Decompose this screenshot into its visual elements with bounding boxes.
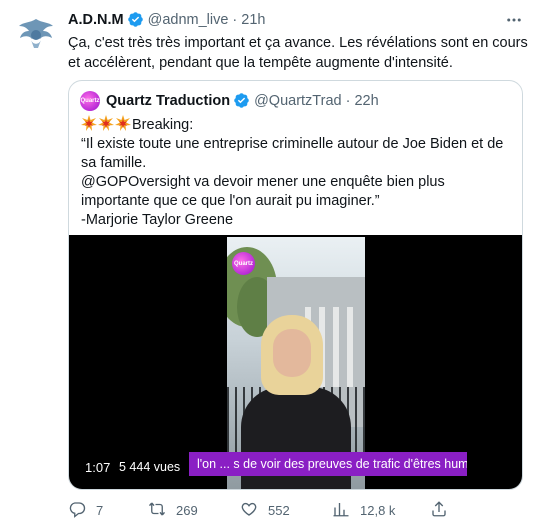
avatar[interactable]: [14, 10, 58, 54]
tweet-header: A.D.N.M @adnm_live · 21h: [68, 11, 265, 28]
action-bar: 7 269 552 12,8 k: [68, 500, 523, 520]
verified-badge-icon: [233, 92, 250, 109]
explosion-emoji-icon: [98, 115, 114, 131]
author-name[interactable]: A.D.N.M: [68, 12, 124, 28]
views-count: 12,8 k: [360, 503, 396, 518]
views-icon: [332, 500, 360, 521]
quote-line: @GOPOversight va devoir mener une enquêt…: [81, 174, 445, 209]
verified-badge-icon: [127, 11, 144, 28]
share-button[interactable]: [430, 500, 458, 521]
quote-avatar[interactable]: Quartz: [80, 91, 100, 111]
tweet-text: Ça, c'est très très important et ça avan…: [68, 35, 528, 71]
retweet-count: 269: [176, 503, 198, 518]
share-icon: [430, 500, 458, 521]
like-button[interactable]: 552: [240, 500, 290, 521]
video-logo: Quartz: [232, 252, 255, 275]
quote-text: Breaking: “Il existe toute une entrepris…: [81, 115, 511, 230]
explosion-emoji-icon: [115, 115, 131, 131]
quote-header: Quartz Traduction @QuartzTrad · 22h: [106, 92, 379, 109]
views-button[interactable]: 12,8 k: [332, 500, 395, 521]
more-options-icon[interactable]: [503, 9, 525, 31]
quote-line: -Marjorie Taylor Greene: [81, 212, 234, 228]
breaking-line: Breaking:: [81, 115, 511, 135]
quoted-tweet[interactable]: Quartz Quartz Traduction @QuartzTrad · 2…: [68, 80, 523, 490]
quote-timestamp[interactable]: 22h: [354, 93, 378, 109]
explosion-emoji-icon: [81, 115, 97, 131]
quote-line: “Il existe toute une entreprise criminel…: [81, 136, 504, 171]
like-count: 552: [268, 503, 290, 518]
separator: ·: [232, 11, 238, 28]
author-handle[interactable]: @adnm_live: [148, 12, 229, 28]
quote-author-handle[interactable]: @QuartzTrad: [254, 93, 342, 109]
reply-count: 7: [96, 503, 104, 518]
separator: ·: [345, 92, 351, 109]
tweet[interactable]: A.D.N.M @adnm_live · 21h Ça, c'est très …: [0, 0, 535, 525]
timestamp[interactable]: 21h: [241, 12, 265, 28]
like-icon: [240, 500, 268, 521]
retweet-button[interactable]: 269: [148, 500, 198, 521]
reply-icon: [68, 500, 96, 521]
video-duration: 1:07: [85, 460, 111, 475]
video-player[interactable]: Quartz l'on ... s de voir des preuves de…: [69, 235, 522, 489]
video-views: 5 444 vues: [119, 460, 181, 474]
video-subtitle: l'on ... s de voir des preuves de trafic…: [189, 452, 467, 476]
quote-author-name[interactable]: Quartz Traduction: [106, 93, 230, 109]
reply-button[interactable]: 7: [68, 500, 103, 521]
quote-line: Breaking:: [132, 117, 194, 133]
retweet-icon: [148, 500, 176, 521]
